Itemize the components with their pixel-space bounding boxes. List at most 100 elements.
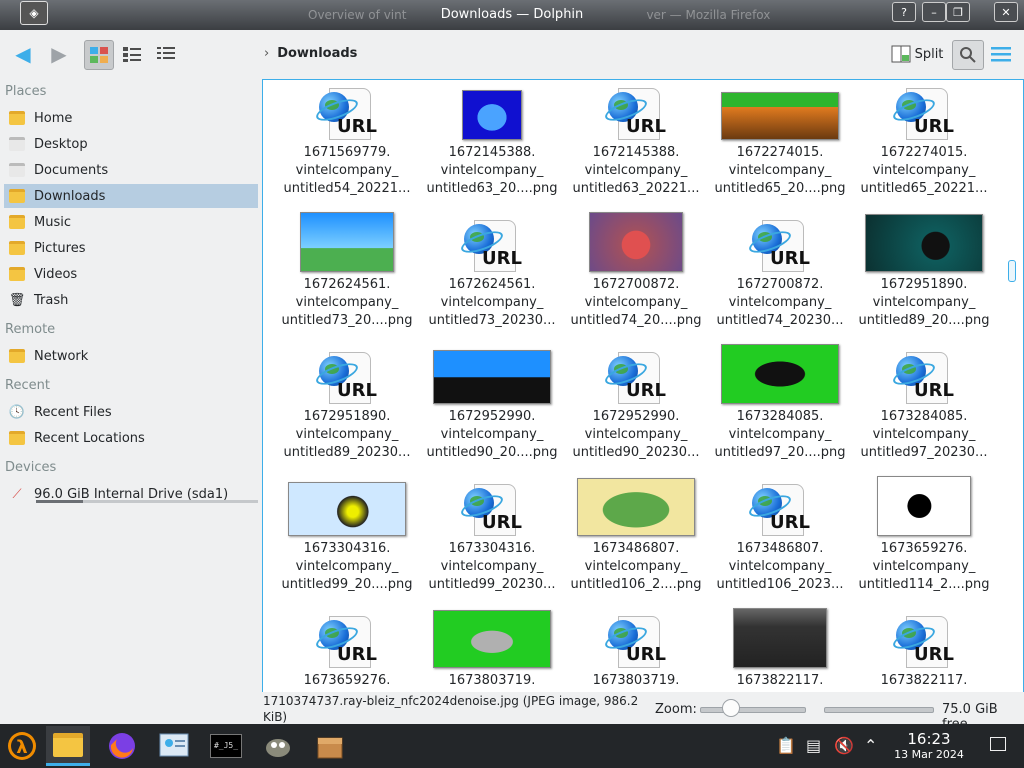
file-item[interactable]: URL 1673659276.vintelcompany — [275, 608, 419, 692]
task-archive-manager[interactable] — [308, 726, 352, 766]
file-item[interactable]: 1673659276. vintelcompany_ untitled114_2..… — [852, 476, 996, 608]
digital-clock[interactable]: 16:23 13 Mar 2024 — [884, 731, 974, 762]
sidebar-item-recent-files[interactable]: 🕓 Recent Files — [4, 400, 258, 424]
file-item[interactable]: 1672952990. vintelcompany_ untitled90_20..… — [420, 344, 564, 476]
url-icon-text: URL — [626, 644, 666, 665]
sidebar-item-recent-locations[interactable]: Recent Locations — [4, 426, 258, 450]
file-item[interactable]: URL 1672951890. vintelcompany_ untitled89_2… — [275, 344, 419, 476]
file-item[interactable]: 1673486807. vintelcompany_ untitled106_2..… — [564, 476, 708, 608]
file-item[interactable]: URL 1673304316. vintelcompany_ untitled99_2… — [420, 476, 564, 608]
file-item[interactable]: URL 1672700872. vintelcompany_ untitled74_2… — [708, 212, 852, 344]
url-icon-text: URL — [914, 644, 954, 665]
window-title: Downloads — Dolphin — [440, 7, 584, 22]
file-item[interactable]: 1672951890. vintelcompany_ untitled89_20..… — [852, 212, 996, 344]
sidebar-item-label: Music — [34, 214, 71, 230]
toolbar: ◀ ▶ › Downloads Split — [0, 30, 1024, 78]
file-item[interactable]: URL 1673486807. vintelcompany_ untitled106_… — [708, 476, 852, 608]
sidebar-item-music[interactable]: Music — [4, 210, 258, 234]
remote-header: Remote — [5, 322, 56, 337]
icons-view-button[interactable] — [84, 40, 114, 70]
back-button[interactable]: ◀ — [6, 40, 40, 68]
scrollbar-thumb[interactable] — [1008, 260, 1016, 282]
file-name-line: 1673822117. — [736, 673, 824, 688]
file-thumbnail-area: URL — [275, 608, 419, 668]
file-item[interactable]: 1673822117.vintelcompany — [708, 608, 852, 692]
sidebar-item-network[interactable]: Network — [4, 344, 258, 368]
forward-button[interactable]: ▶ — [42, 40, 76, 68]
firefox-icon — [109, 733, 135, 759]
split-view-icon — [891, 45, 911, 63]
file-view[interactable]: URL 1671569779. vintelcompany_ untitled54_2… — [262, 79, 1024, 693]
hamburger-menu-button[interactable] — [988, 40, 1014, 68]
file-name-label: 1673304316. vintelcompany_ untitled99_2023… — [420, 540, 564, 594]
show-desktop-button[interactable] — [990, 737, 1006, 751]
file-name-line: 1672952990. — [592, 409, 680, 424]
sidebar-item-home[interactable]: Home — [4, 106, 258, 130]
file-item[interactable]: 1672274015. vintelcompany_ untitled65_20..… — [708, 80, 852, 212]
gimp-icon — [266, 739, 290, 757]
sidebar-item-desktop[interactable]: Desktop — [4, 132, 258, 156]
task-firefox[interactable] — [100, 726, 144, 766]
split-label: Split — [914, 46, 944, 62]
task-gimp[interactable] — [256, 726, 300, 766]
details-view-button[interactable] — [152, 40, 180, 68]
recent-files-icon: 🕓 — [8, 404, 26, 420]
clipboard-tray-icon[interactable]: 📋 — [776, 736, 796, 755]
application-launcher[interactable]: λ — [0, 726, 44, 766]
details-view-icon — [157, 47, 175, 59]
task-system-settings[interactable] — [152, 726, 196, 766]
notes-tray-icon[interactable]: ▤ — [806, 736, 821, 755]
file-item[interactable]: 1673803719.vintelcompany — [420, 608, 564, 692]
url-icon-text: URL — [914, 116, 954, 137]
tray-expand-icon[interactable]: ⌃ — [864, 736, 877, 755]
file-item[interactable]: 1672145388. vintelcompany_ untitled63_20..… — [420, 80, 564, 212]
split-button[interactable]: Split — [888, 40, 946, 68]
sidebar-item-trash[interactable]: 🗑 Trash — [4, 288, 258, 312]
close-button[interactable]: ✕ — [994, 2, 1018, 22]
url-file-icon: URL — [602, 352, 666, 404]
zoom-slider[interactable] — [700, 707, 806, 713]
maximize-button[interactable]: ❐ — [946, 2, 970, 22]
zoom-slider-handle[interactable] — [722, 699, 740, 717]
url-icon-text: URL — [482, 512, 522, 533]
file-item[interactable]: 1672700872. vintelcompany_ untitled74_20..… — [564, 212, 708, 344]
file-thumbnail-area: URL — [852, 80, 996, 140]
compact-view-icon — [123, 47, 141, 62]
file-name-line: 1673659276. — [880, 541, 968, 556]
task-terminal[interactable]: #_J5_ — [204, 726, 248, 766]
file-name-label: 1672951890. vintelcompany_ untitled89_2023… — [275, 408, 419, 462]
file-item[interactable]: 1672624561. vintelcompany_ untitled73_20..… — [275, 212, 419, 344]
file-name-line: vintelcompany_ — [728, 163, 832, 178]
search-button[interactable] — [952, 40, 984, 70]
places-header: Places — [5, 84, 47, 99]
file-item[interactable]: URL 1672624561. vintelcompany_ untitled73_2… — [420, 212, 564, 344]
compact-view-button[interactable] — [118, 40, 146, 68]
file-item[interactable]: URL 1673822117.vintelcompany — [852, 608, 996, 692]
file-item[interactable]: URL 1673284085. vintelcompany_ untitled97_2… — [852, 344, 996, 476]
file-item[interactable]: URL 1671569779. vintelcompany_ untitled54_2… — [275, 80, 419, 212]
sidebar-item-pictures[interactable]: Pictures — [4, 236, 258, 260]
breadcrumb[interactable]: › Downloads — [264, 46, 357, 61]
sidebar-item-downloads[interactable]: Downloads — [4, 184, 258, 208]
recent-locations-icon — [8, 429, 26, 447]
image-thumbnail — [577, 478, 695, 536]
file-item[interactable]: URL 1672145388. vintelcompany_ untitled63_2… — [564, 80, 708, 212]
file-thumbnail-area — [564, 212, 708, 272]
sidebar-item-documents[interactable]: Documents — [4, 158, 258, 182]
file-thumbnail-area — [708, 344, 852, 404]
file-name-line: 1672951890. — [303, 409, 391, 424]
volume-muted-icon[interactable]: 🔇 — [834, 736, 854, 755]
file-item[interactable]: 1673284085. vintelcompany_ untitled97_20..… — [708, 344, 852, 476]
help-button[interactable]: ? — [892, 2, 916, 22]
minimize-button[interactable]: – — [922, 2, 946, 22]
free-space-bar — [824, 707, 934, 713]
file-item[interactable]: URL 1673803719.vintelcompany — [564, 608, 708, 692]
file-item[interactable]: URL 1672952990. vintelcompany_ untitled90_2… — [564, 344, 708, 476]
task-dolphin[interactable] — [46, 726, 90, 766]
sidebar-item-internal-drive[interactable]: ⟋ 96.0 GiB Internal Drive (sda1) — [4, 480, 258, 508]
breadcrumb-downloads[interactable]: Downloads — [277, 46, 357, 61]
sidebar-item-videos[interactable]: Videos — [4, 262, 258, 286]
file-item[interactable]: URL 1672274015. vintelcompany_ untitled65_2… — [852, 80, 996, 212]
file-item[interactable]: 1673304316. vintelcompany_ untitled99_20..… — [275, 476, 419, 608]
image-thumbnail — [288, 482, 406, 536]
